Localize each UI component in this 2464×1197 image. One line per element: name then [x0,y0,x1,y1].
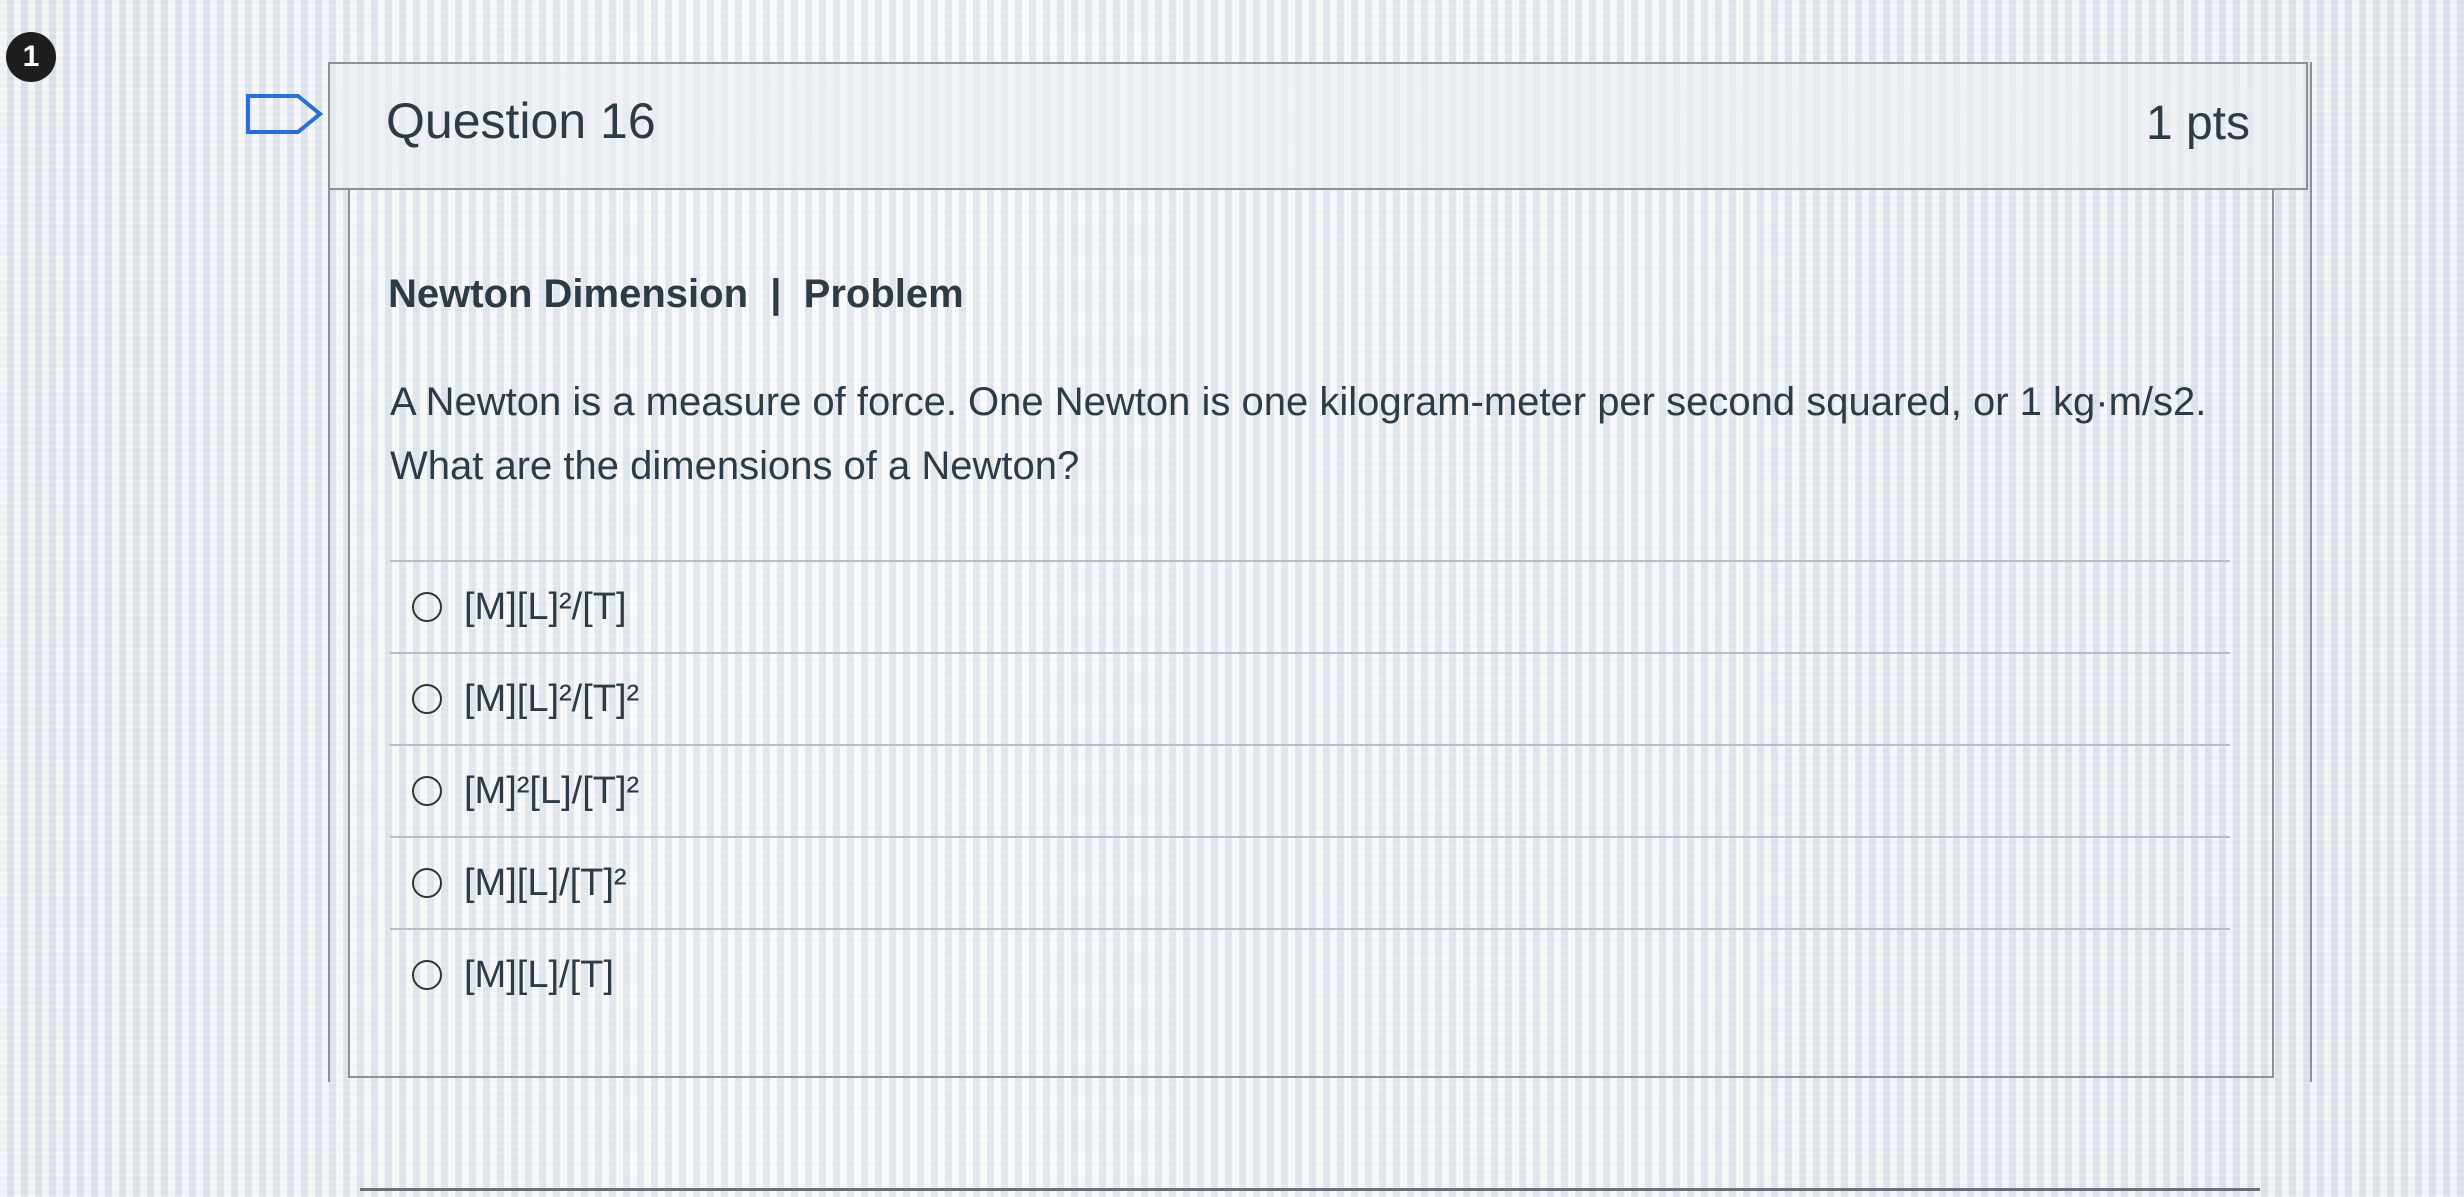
answer-label: [M]²[L]/[T]² [464,769,640,812]
question-header: Question 16 1 pts [328,62,2308,190]
radio-button-icon[interactable] [412,776,442,806]
problem-heading: Newton Dimension | Problem [388,272,964,316]
radio-button-icon[interactable] [412,868,442,898]
answer-label: [M][L]/[T]² [464,861,627,904]
question-points: 1 pts [2145,97,2250,150]
radio-button-icon[interactable] [412,960,442,990]
radio-button-icon[interactable] [412,684,442,714]
question-text: A Newton is a measure of force. One Newt… [390,380,2207,488]
answer-option[interactable]: [M]²[L]/[T]² [390,744,2230,836]
step-number-badge: 1 [6,32,56,82]
radio-button-icon[interactable] [412,592,442,622]
answer-option[interactable]: [M][L]/[T] [390,928,2230,1020]
answer-option[interactable]: [M][L]²/[T] [390,560,2230,652]
answer-option[interactable]: [M][L]/[T]² [390,836,2230,928]
answer-label: [M][L]²/[T] [464,585,627,628]
answer-option[interactable]: [M][L]²/[T]² [390,652,2230,744]
answer-label: [M][L]/[T] [464,953,614,996]
next-question-divider [360,1188,2260,1191]
answer-label: [M][L]²/[T]² [464,677,640,720]
answer-list: [M][L]²/[T] [M][L]²/[T]² [M]²[L]/[T]² [M… [390,560,2230,1020]
flag-question-icon[interactable] [246,94,326,134]
question-title: Question 16 [386,93,656,149]
